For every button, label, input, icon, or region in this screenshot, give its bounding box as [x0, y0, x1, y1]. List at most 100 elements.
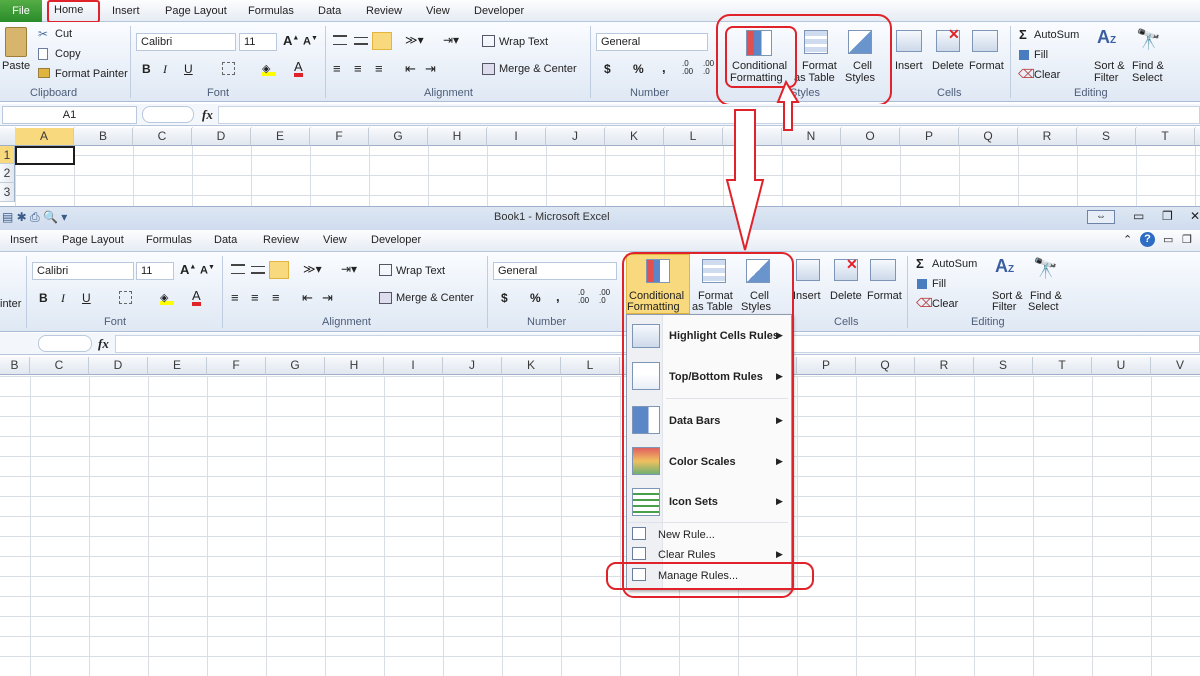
align-center-icon[interactable]: ≡: [251, 290, 259, 305]
tab-data[interactable]: Data: [318, 5, 341, 17]
indent-icon[interactable]: ⇥▾: [341, 262, 357, 276]
tab-page-layout[interactable]: Page Layout: [165, 5, 227, 17]
wrap-text-button[interactable]: Wrap Text: [499, 36, 548, 48]
column-header[interactable]: O: [841, 128, 900, 146]
column-header[interactable]: Q: [856, 357, 915, 375]
minimize-ribbon-icon[interactable]: ⌃: [1123, 233, 1132, 246]
increase-decimal-icon[interactable]: .0.00: [578, 289, 589, 305]
align-top-icon[interactable]: [231, 264, 245, 274]
font-size-box[interactable]: 11: [239, 33, 277, 51]
comma-button[interactable]: ,: [662, 60, 666, 75]
column-header[interactable]: G: [266, 357, 325, 375]
align-left-icon[interactable]: ≡: [333, 61, 341, 76]
tab-formulas[interactable]: Formulas: [248, 5, 294, 17]
align-bottom-icon[interactable]: [372, 32, 392, 50]
decrease-indent-icon[interactable]: ⇤: [405, 61, 416, 77]
column-header[interactable]: C: [133, 128, 192, 146]
number-format-box[interactable]: General: [493, 262, 617, 280]
currency-button[interactable]: $: [501, 291, 508, 305]
column-header[interactable]: F: [207, 357, 266, 375]
column-header[interactable]: V: [1151, 357, 1200, 375]
tab-view[interactable]: View: [426, 5, 450, 17]
tab-file[interactable]: File: [0, 0, 42, 22]
shrink-font-icon[interactable]: A▼: [303, 35, 318, 48]
orientation-icon[interactable]: ≫▾: [405, 33, 424, 47]
shrink-font-icon[interactable]: A▼: [200, 264, 215, 277]
borders-icon[interactable]: [119, 291, 132, 304]
column-header[interactable]: E: [148, 357, 207, 375]
minimize-icon[interactable]: ▭: [1133, 209, 1144, 223]
tab-data[interactable]: Data: [214, 234, 237, 246]
window-minimize-icon[interactable]: ▭: [1163, 233, 1173, 246]
bold-button[interactable]: B: [39, 291, 48, 305]
find-select-label-2[interactable]: Select: [1028, 301, 1059, 313]
indent-icon[interactable]: ⇥▾: [443, 33, 459, 47]
close-icon[interactable]: ✕: [1190, 209, 1200, 223]
column-header[interactable]: D: [89, 357, 148, 375]
italic-button[interactable]: I: [61, 291, 65, 306]
formula-bar-handle[interactable]: [142, 106, 194, 123]
column-header[interactable]: T: [1033, 357, 1092, 375]
cut-button[interactable]: Cut: [55, 28, 72, 40]
currency-button[interactable]: $: [604, 62, 611, 76]
row-header[interactable]: 3: [0, 183, 15, 202]
copy-button[interactable]: Copy: [55, 48, 81, 60]
align-center-icon[interactable]: ≡: [354, 61, 362, 76]
delete-cells-button[interactable]: Delete: [830, 290, 862, 302]
column-header[interactable]: I: [487, 128, 546, 146]
fill-button[interactable]: Fill: [932, 278, 946, 290]
window-restore-icon[interactable]: ❐: [1182, 233, 1192, 246]
function-icon[interactable]: fx: [202, 107, 213, 123]
format-painter-button[interactable]: Format Painter: [55, 68, 128, 80]
column-header[interactable]: S: [974, 357, 1033, 375]
paste-button[interactable]: Paste: [2, 60, 30, 72]
tab-formulas[interactable]: Formulas: [146, 234, 192, 246]
tab-developer[interactable]: Developer: [474, 5, 524, 17]
fill-color-icon[interactable]: ◈: [262, 62, 276, 76]
grow-font-icon[interactable]: A▲: [180, 262, 196, 277]
column-header[interactable]: L: [561, 357, 620, 375]
column-header[interactable]: D: [192, 128, 251, 146]
column-header[interactable]: Q: [959, 128, 1018, 146]
column-header[interactable]: A: [15, 128, 74, 146]
number-format-box[interactable]: General: [596, 33, 708, 51]
help-icon[interactable]: ?: [1140, 232, 1155, 247]
restore-ribbon-icon[interactable]: ⇔: [1087, 210, 1115, 224]
tab-developer[interactable]: Developer: [371, 234, 421, 246]
tab-insert[interactable]: Insert: [112, 5, 140, 17]
formula-bar-handle[interactable]: [38, 335, 92, 352]
format-painter-partial[interactable]: inter: [0, 298, 21, 310]
column-header[interactable]: H: [325, 357, 384, 375]
quick-access-icons[interactable]: ▤ ✱ ⎙ 🔍 ▾: [2, 210, 67, 225]
decrease-decimal-icon[interactable]: .00.0: [599, 289, 610, 305]
sort-filter-label-1[interactable]: Sort &: [1094, 60, 1125, 72]
sort-filter-label-2[interactable]: Filter: [992, 301, 1016, 313]
font-name-box[interactable]: Calibri: [136, 33, 236, 51]
increase-decimal-icon[interactable]: .0.00: [682, 60, 693, 76]
fill-color-icon[interactable]: ◈: [160, 291, 174, 305]
column-header[interactable]: J: [443, 357, 502, 375]
decrease-decimal-icon[interactable]: .00.0: [703, 60, 714, 76]
align-middle-icon[interactable]: [354, 37, 368, 45]
clear-button[interactable]: Clear: [1034, 69, 1060, 81]
font-size-box[interactable]: 11: [136, 262, 174, 280]
column-header[interactable]: F: [310, 128, 369, 146]
sort-filter-label-2[interactable]: Filter: [1094, 72, 1118, 84]
column-header[interactable]: G: [369, 128, 428, 146]
font-color-icon[interactable]: A: [192, 289, 201, 306]
column-header[interactable]: J: [546, 128, 605, 146]
column-header[interactable]: P: [797, 357, 856, 375]
find-select-label-1[interactable]: Find &: [1132, 60, 1164, 72]
align-middle-icon[interactable]: [251, 266, 265, 274]
align-bottom-icon[interactable]: [269, 261, 289, 279]
increase-indent-icon[interactable]: ⇥: [425, 61, 436, 77]
percent-button[interactable]: %: [633, 62, 644, 76]
column-header[interactable]: U: [1092, 357, 1151, 375]
column-header[interactable]: S: [1077, 128, 1136, 146]
insert-cells-button[interactable]: Insert: [895, 60, 923, 72]
column-header[interactable]: I: [384, 357, 443, 375]
tab-view[interactable]: View: [323, 234, 347, 246]
percent-button[interactable]: %: [530, 291, 541, 305]
merge-center-button[interactable]: Merge & Center: [396, 292, 474, 304]
find-select-label-2[interactable]: Select: [1132, 72, 1163, 84]
